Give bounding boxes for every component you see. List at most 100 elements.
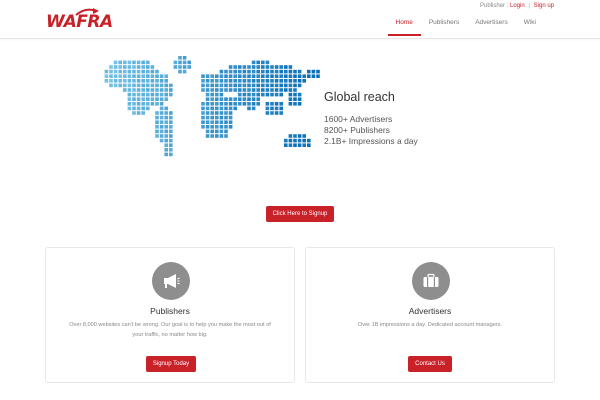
map-dot bbox=[164, 88, 168, 92]
map-dot bbox=[155, 69, 159, 74]
map-dot bbox=[169, 115, 173, 120]
map-dot bbox=[251, 60, 256, 65]
wafra-logo[interactable]: WAFRA bbox=[46, 6, 126, 34]
map-dot bbox=[307, 138, 311, 143]
map-dot bbox=[261, 74, 265, 78]
map-dot bbox=[288, 65, 293, 69]
signup-button[interactable]: Click Here to Signup bbox=[266, 206, 334, 222]
map-dot bbox=[136, 88, 141, 92]
map-dot bbox=[238, 92, 242, 97]
map-dot bbox=[293, 97, 297, 101]
map-dot bbox=[205, 92, 210, 97]
map-dot bbox=[123, 65, 127, 69]
map-dot bbox=[205, 134, 210, 138]
map-dot bbox=[251, 83, 256, 88]
map-dot bbox=[136, 79, 141, 83]
nav-publishers[interactable]: Publishers bbox=[421, 14, 467, 36]
map-dot bbox=[297, 79, 302, 83]
map-dot bbox=[256, 74, 260, 78]
map-dot bbox=[127, 83, 132, 88]
map-dot bbox=[155, 83, 159, 88]
map-dot bbox=[164, 138, 168, 143]
map-dot bbox=[164, 125, 168, 129]
map-dot bbox=[247, 65, 251, 69]
map-dot bbox=[219, 106, 224, 111]
login-link[interactable]: Login bbox=[510, 3, 525, 9]
map-dot bbox=[182, 60, 187, 65]
map-dot bbox=[256, 83, 260, 88]
map-dot bbox=[233, 97, 237, 101]
map-dot bbox=[136, 69, 141, 74]
map-dot bbox=[219, 102, 224, 106]
map-dot bbox=[302, 74, 306, 78]
map-dot bbox=[238, 88, 242, 92]
map-dot bbox=[127, 88, 132, 92]
map-dot bbox=[228, 106, 233, 111]
map-dot bbox=[215, 134, 219, 138]
map-dot bbox=[210, 92, 214, 97]
map-dot bbox=[288, 102, 293, 106]
map-dot bbox=[265, 111, 270, 115]
map-dot bbox=[293, 102, 297, 106]
advertisers-title: Advertisers bbox=[408, 306, 452, 316]
map-dot bbox=[132, 83, 136, 88]
map-dot bbox=[233, 69, 237, 74]
map-dot bbox=[297, 138, 302, 143]
account-role-label: Publisher : bbox=[480, 3, 509, 9]
site-header: WAFRA Publisher : Login | Sign up Home P… bbox=[0, 0, 600, 39]
map-dot bbox=[109, 65, 113, 69]
map-dot bbox=[261, 60, 265, 65]
map-dot bbox=[205, 111, 210, 115]
map-dot bbox=[251, 88, 256, 92]
map-dot bbox=[150, 88, 155, 92]
map-dot bbox=[113, 74, 118, 78]
map-dot bbox=[150, 83, 155, 88]
map-dot bbox=[155, 115, 159, 120]
nav-home[interactable]: Home bbox=[387, 14, 421, 36]
signup-link[interactable]: Sign up bbox=[534, 3, 554, 9]
map-dot bbox=[242, 74, 247, 78]
map-dot bbox=[233, 79, 237, 83]
map-dot bbox=[265, 88, 270, 92]
map-dot bbox=[205, 83, 210, 88]
map-dot bbox=[284, 79, 288, 83]
map-dot bbox=[279, 102, 283, 106]
map-dot bbox=[256, 65, 260, 69]
map-dot bbox=[251, 79, 256, 83]
map-dot bbox=[219, 92, 224, 97]
map-dot bbox=[238, 83, 242, 88]
world-map-image bbox=[104, 56, 320, 157]
map-dot bbox=[127, 106, 132, 111]
signup-today-button[interactable]: Signup Today bbox=[146, 356, 196, 372]
map-dot bbox=[146, 60, 150, 65]
map-dot bbox=[256, 102, 260, 106]
map-dot bbox=[155, 111, 159, 115]
map-dot bbox=[224, 88, 228, 92]
map-dot bbox=[274, 65, 279, 69]
contact-us-button[interactable]: Contact Us bbox=[408, 356, 452, 372]
map-dot bbox=[132, 79, 136, 83]
map-dot bbox=[141, 65, 145, 69]
map-dot bbox=[224, 120, 228, 124]
map-dot bbox=[141, 74, 145, 78]
map-dot bbox=[210, 83, 214, 88]
map-dot bbox=[224, 129, 228, 134]
stat-impressions: 2.1B+ Impressions a day bbox=[324, 136, 418, 146]
map-dot bbox=[132, 88, 136, 92]
map-dot bbox=[251, 74, 256, 78]
nav-wiki[interactable]: Wiki bbox=[516, 14, 544, 36]
map-dot bbox=[141, 92, 145, 97]
map-dot bbox=[311, 74, 316, 78]
map-dot bbox=[155, 88, 159, 92]
map-dot bbox=[293, 83, 297, 88]
map-dot bbox=[169, 138, 173, 143]
map-dot bbox=[164, 92, 168, 97]
map-dot bbox=[104, 79, 109, 83]
map-dot bbox=[270, 102, 274, 106]
map-dot bbox=[224, 74, 228, 78]
map-dot bbox=[132, 92, 136, 97]
map-dot bbox=[261, 69, 265, 74]
map-dot bbox=[136, 97, 141, 101]
map-dot bbox=[228, 74, 233, 78]
nav-advertisers[interactable]: Advertisers bbox=[467, 14, 516, 36]
